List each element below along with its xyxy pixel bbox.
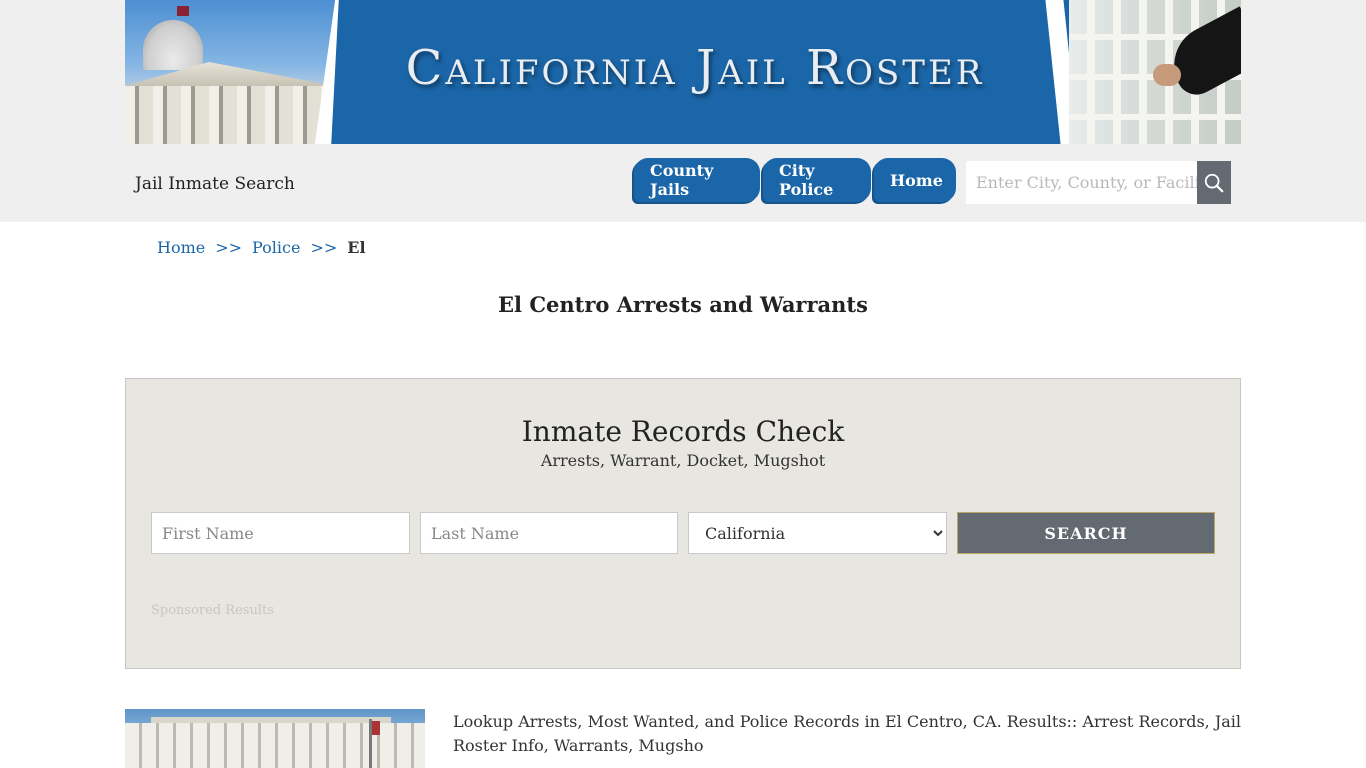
capitol-dome	[143, 20, 203, 70]
breadcrumb-separator: >>	[215, 238, 243, 257]
state-select[interactable]: California	[688, 512, 947, 554]
banner: California Jail Roster	[125, 0, 1241, 144]
records-panel: Inmate Records Check Arrests, Warrant, D…	[125, 378, 1241, 669]
flag	[372, 721, 380, 735]
site-search-button[interactable]	[1197, 161, 1231, 204]
nav-city-police[interactable]: City Police	[763, 158, 871, 202]
jail-cell-image	[1069, 0, 1241, 144]
guard-hand	[1153, 64, 1181, 86]
building-facade	[125, 723, 425, 768]
last-name-field[interactable]	[420, 512, 678, 554]
site-search-input[interactable]	[966, 161, 1198, 204]
sponsored-label: Sponsored Results	[151, 603, 274, 618]
first-name-field[interactable]	[151, 512, 410, 554]
intro-text: Lookup Arrests, Most Wanted, and Police …	[453, 712, 1242, 755]
el-centro-building-image	[125, 709, 425, 768]
breadcrumb-police[interactable]: Police	[252, 238, 300, 257]
capitol-columns	[125, 86, 335, 144]
banner-title: California Jail Roster	[405, 40, 985, 96]
search-icon	[1204, 173, 1224, 192]
site-label[interactable]: Jail Inmate Search	[135, 174, 295, 194]
site-search	[966, 161, 1231, 204]
page-title: El Centro Arrests and Warrants	[498, 292, 868, 317]
breadcrumb-home[interactable]: Home	[157, 238, 205, 257]
capitol-flag	[177, 6, 189, 16]
header: Jail Inmate Search County Jails City Pol…	[125, 144, 1241, 222]
breadcrumb-current: El	[347, 238, 366, 257]
records-subtitle: Arrests, Warrant, Docket, Mugshot	[540, 451, 826, 470]
nav-county-jails[interactable]: County Jails	[634, 158, 760, 202]
nav-home[interactable]: Home	[874, 158, 956, 202]
records-title: Inmate Records Check	[521, 415, 845, 448]
records-search-button[interactable]: SEARCH	[957, 512, 1215, 554]
capitol-image	[125, 0, 345, 144]
breadcrumb: Home >> Police >> El	[157, 238, 366, 257]
main-nav: County Jails City Police Home	[634, 158, 959, 202]
breadcrumb-separator: >>	[310, 238, 338, 257]
